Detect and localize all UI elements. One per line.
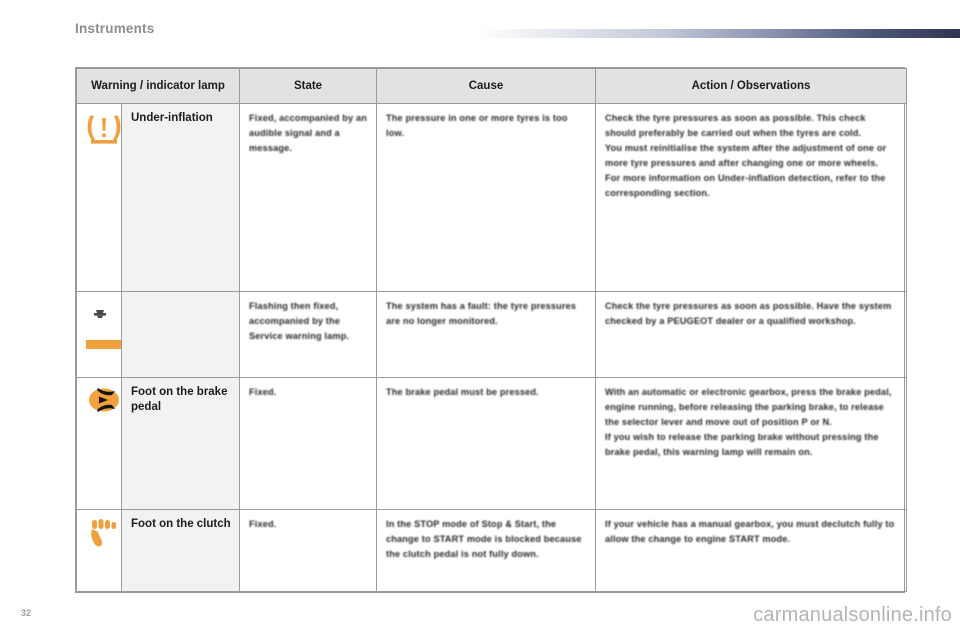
service-warning-bar bbox=[86, 340, 124, 349]
lamp-name bbox=[121, 291, 240, 378]
manual-page: Instruments Warning / indicator lamp Sta… bbox=[0, 0, 960, 640]
table-row: Under-inflation Fixed, accompanied by an… bbox=[76, 103, 907, 292]
foot-on-clutch-icon bbox=[86, 517, 120, 551]
lamp-cell bbox=[76, 377, 122, 510]
lamp-cause: The brake pedal must be pressed. bbox=[376, 377, 596, 510]
column-header-state: State bbox=[239, 68, 377, 104]
lamp-action: With an automatic or electronic gearbox,… bbox=[595, 377, 907, 510]
lamp-name: Under-inflation bbox=[121, 103, 240, 292]
lamp-state: Fixed. bbox=[239, 509, 377, 592]
column-header-cause: Cause bbox=[376, 68, 596, 104]
table-row: Flashing then fixed, accompanied by the … bbox=[76, 291, 907, 378]
lamp-action: Check the tyre pressures as soon as poss… bbox=[595, 291, 907, 378]
tyre-pressure-fault-icon bbox=[91, 309, 109, 321]
header-gradient-bar bbox=[478, 29, 960, 38]
lamp-cell bbox=[76, 509, 122, 592]
lamp-cell bbox=[76, 103, 122, 292]
lamp-cause: The pressure in one or more tyres is too… bbox=[376, 103, 596, 292]
lamp-name: Foot on the clutch bbox=[121, 509, 240, 592]
table-row: Foot on the clutch Fixed. In the STOP mo… bbox=[76, 509, 907, 592]
column-header-action: Action / Observations bbox=[595, 68, 907, 104]
lamp-state: Flashing then fixed, accompanied by the … bbox=[239, 291, 377, 378]
page-number: 32 bbox=[21, 608, 32, 618]
lamp-name: Foot on the brake pedal bbox=[121, 377, 240, 510]
lamp-cell bbox=[76, 291, 124, 378]
foot-on-brake-pedal-icon bbox=[86, 385, 122, 415]
lamp-state: Fixed. bbox=[239, 377, 377, 510]
lamp-cause: The system has a fault: the tyre pressur… bbox=[376, 291, 596, 378]
column-header-warning-lamp: Warning / indicator lamp bbox=[76, 68, 240, 104]
lamp-state: Fixed, accompanied by an audible signal … bbox=[239, 103, 377, 292]
table-header-row: Warning / indicator lamp State Cause Act… bbox=[76, 68, 907, 104]
lamp-action: Check the tyre pressures as soon as poss… bbox=[595, 103, 907, 292]
warning-lamp-table: Warning / indicator lamp State Cause Act… bbox=[75, 67, 907, 593]
table-row: Foot on the brake pedal Fixed. The brake… bbox=[76, 377, 907, 510]
watermark: carmanualsonline.info bbox=[753, 604, 952, 626]
page-title: Instruments bbox=[75, 21, 155, 36]
tyre-under-inflation-icon bbox=[86, 111, 122, 145]
lamp-action: If your vehicle has a manual gearbox, yo… bbox=[595, 509, 907, 592]
lamp-cause: In the STOP mode of Stop & Start, the ch… bbox=[376, 509, 596, 592]
